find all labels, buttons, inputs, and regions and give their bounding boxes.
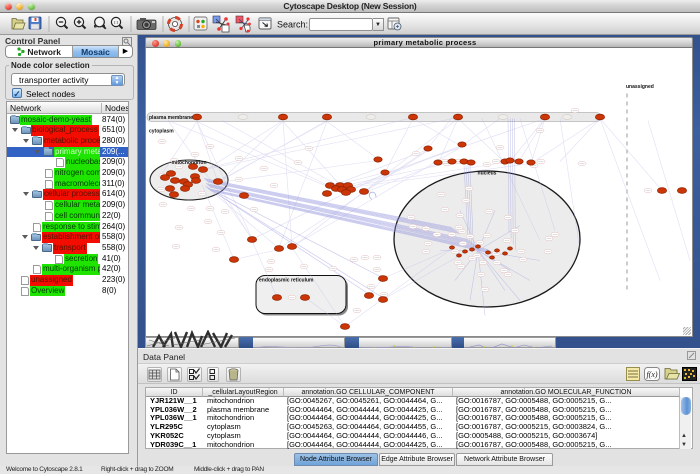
svg-text:mitochondrion: mitochondrion <box>172 160 207 166</box>
svg-text:plasma membrane: plasma membrane <box>149 115 193 121</box>
svg-text:I:I: I:I <box>114 20 118 25</box>
svg-text:unassigned: unassigned <box>626 84 654 90</box>
svg-text:nucleus: nucleus <box>478 170 497 176</box>
svg-text:cytoplasm: cytoplasm <box>149 128 174 134</box>
svg-text:f(x): f(x) <box>646 370 657 379</box>
svg-text:endoplasmic reticulum: endoplasmic reticulum <box>259 277 314 283</box>
svg-text:Search:: Search: <box>277 20 308 30</box>
